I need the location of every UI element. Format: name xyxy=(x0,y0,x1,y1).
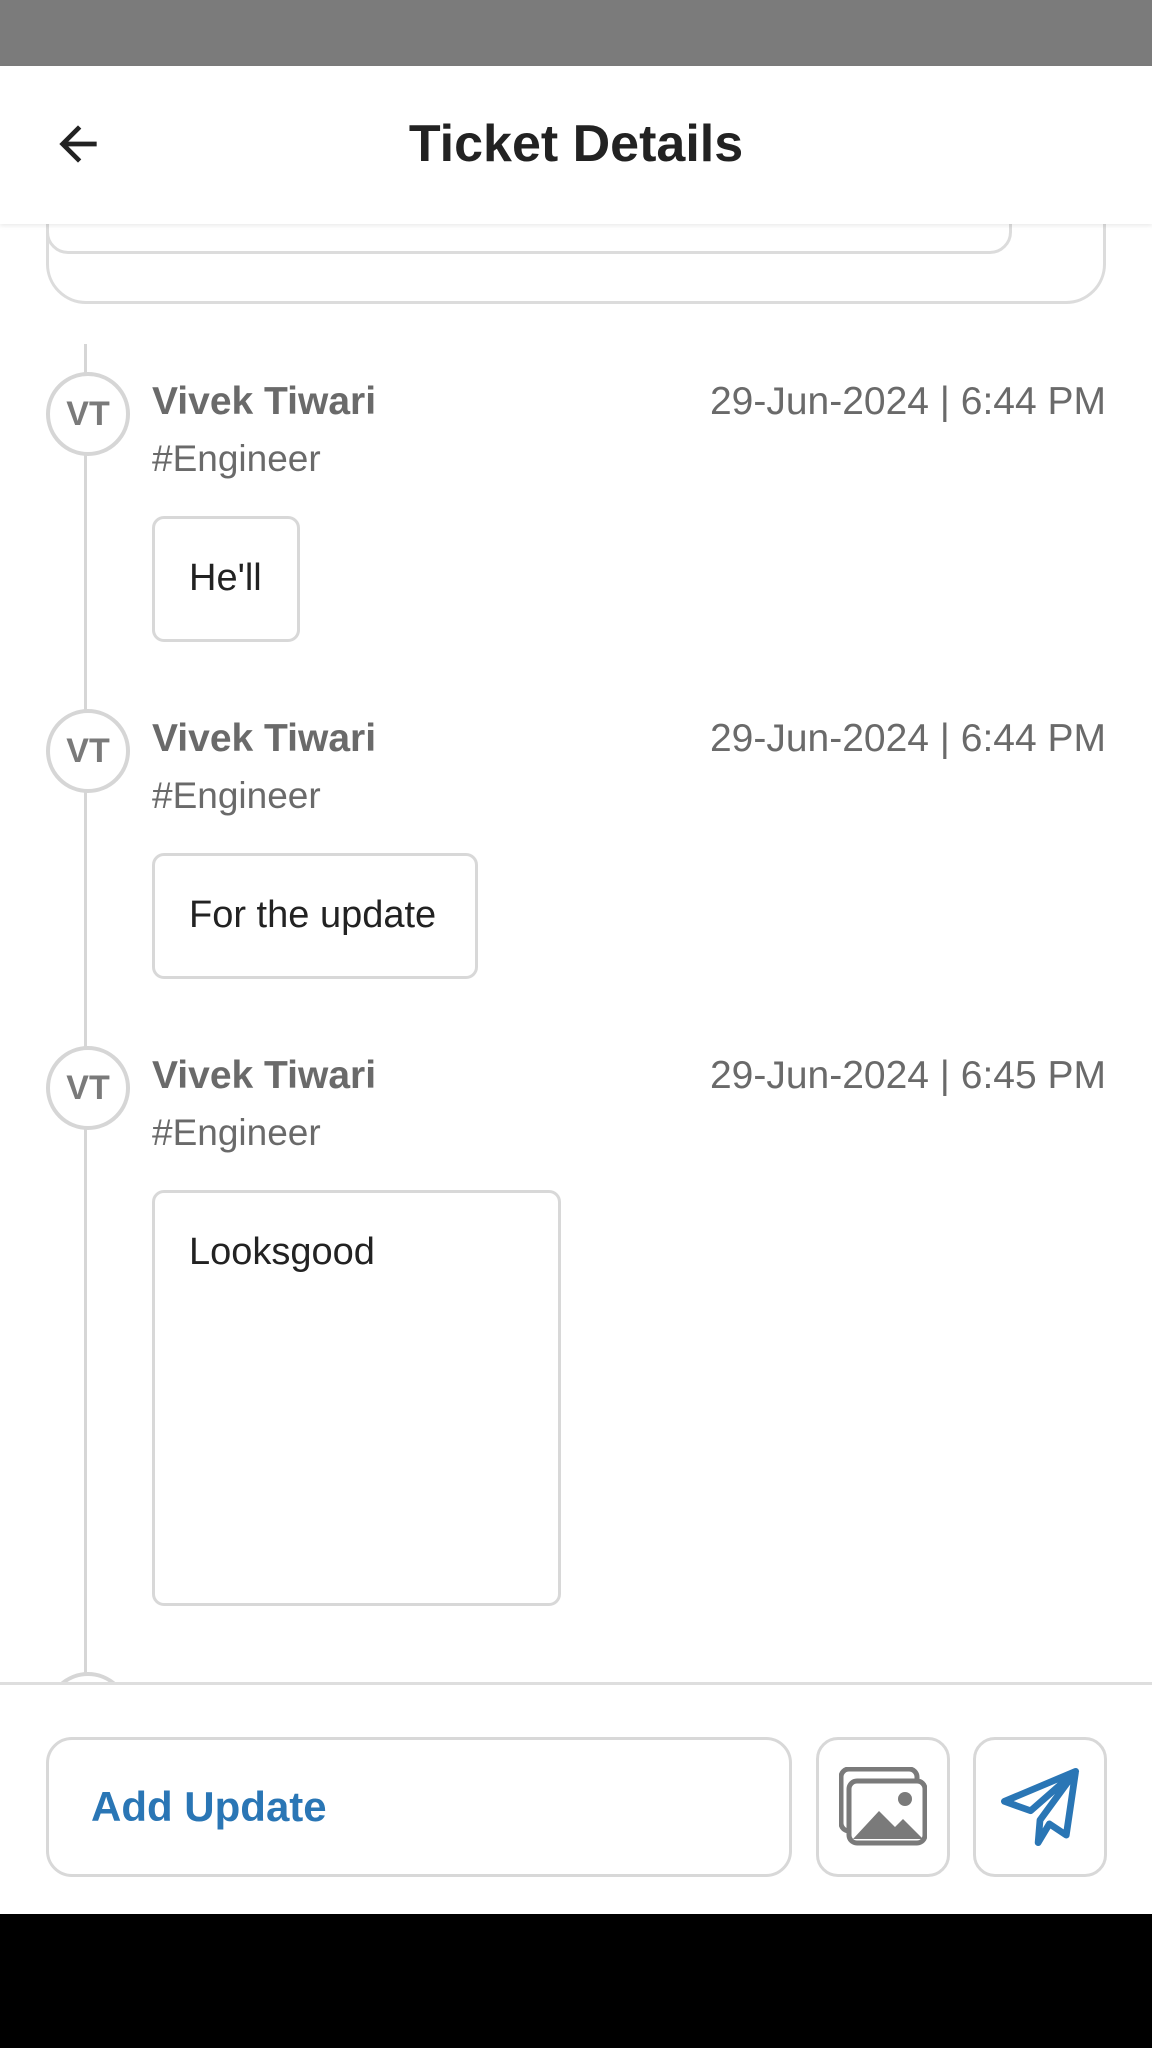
update-timestamp: 29-Jun-2024 | 6:44 PM xyxy=(709,717,1106,760)
author-name: Vivek Tiwari xyxy=(152,1054,377,1097)
author-role: #Engineer xyxy=(152,438,321,479)
send-button[interactable] xyxy=(973,1737,1107,1877)
author-role: #Engineer xyxy=(152,1112,321,1153)
avatar: VT xyxy=(46,709,130,793)
update-message: Looksgood xyxy=(152,1190,561,1606)
update-message: For the update xyxy=(152,853,478,979)
send-icon xyxy=(1001,1768,1079,1846)
attach-image-button[interactable] xyxy=(816,1737,950,1877)
system-nav-bar xyxy=(0,1914,1152,2048)
update-timestamp: 29-Jun-2024 | 6:44 PM xyxy=(709,380,1106,423)
update-entry: VT Vivek Tiwari 29-Jun-2024 | 6:45 PM #E… xyxy=(0,1046,1152,1646)
update-entry: VT Vivek Tiwari 29-Jun-2024 | 6:44 PM #E… xyxy=(0,372,1152,672)
author-name: Vivek Tiwari xyxy=(152,717,377,760)
ticket-summary-inner-box xyxy=(46,224,1012,254)
avatar: VT xyxy=(46,1046,130,1130)
update-message: He'll xyxy=(152,516,300,642)
image-gallery-icon xyxy=(839,1767,927,1846)
updates-timeline[interactable]: VT Vivek Tiwari 29-Jun-2024 | 6:44 PM #E… xyxy=(0,224,1152,1684)
author-name: Vivek Tiwari xyxy=(152,380,377,423)
add-update-input[interactable]: Add Update xyxy=(46,1737,792,1877)
avatar: VT xyxy=(46,372,130,456)
update-timestamp: 29-Jun-2024 | 6:45 PM xyxy=(709,1054,1106,1097)
update-composer: Add Update xyxy=(0,1682,1152,1914)
app-header: Ticket Details xyxy=(0,66,1152,224)
update-entry: VT Vivek Tiwari 29-Jun-2024 | 6:44 PM #E… xyxy=(0,709,1152,1009)
author-role: #Engineer xyxy=(152,775,321,816)
status-bar xyxy=(0,0,1152,66)
page-title: Ticket Details xyxy=(408,115,744,173)
